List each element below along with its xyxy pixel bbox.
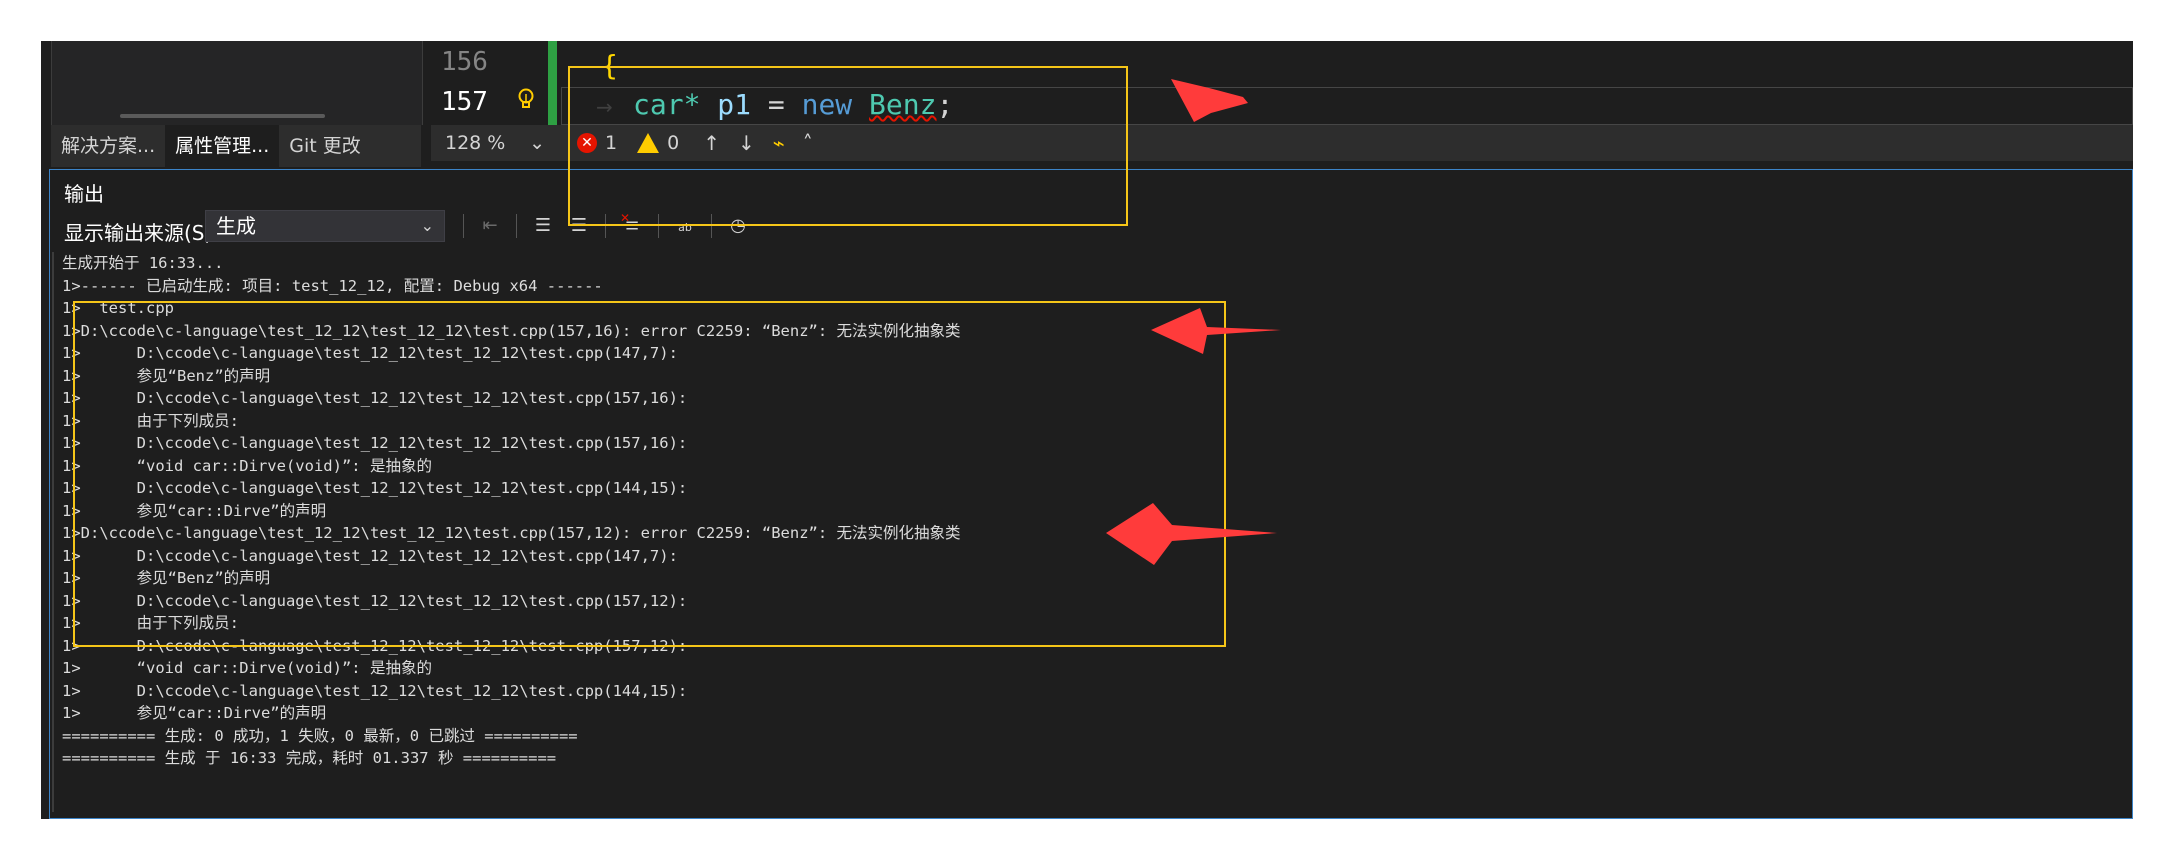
zoom-value: 128 % [445, 132, 506, 154]
output-log-line[interactable]: 1> D:\ccode\c-language\test_12_12\test_1… [62, 635, 961, 658]
output-source-label: 显示输出来源(S): [64, 221, 220, 245]
tab-git-changes[interactable]: Git 更改 [279, 125, 371, 167]
visual-studio-window: 解决方案... 属性管理... Git 更改 156 157 { → car* … [41, 41, 2133, 819]
output-log-line[interactable]: 1> D:\ccode\c-language\test_12_12\test_1… [62, 432, 961, 455]
output-log-line[interactable]: 1> 参见“car::Dirve”的声明 [62, 500, 961, 523]
output-log-line[interactable]: 1>D:\ccode\c-language\test_12_12\test_12… [62, 522, 961, 545]
output-log-line[interactable]: 1> 参见“Benz”的声明 [62, 567, 961, 590]
toolbar-separator [658, 214, 659, 238]
output-log-line[interactable]: 1> “void car::Dirve(void)”: 是抽象的 [62, 657, 961, 680]
chevron-up-icon[interactable]: ˄ [803, 131, 813, 155]
arrow-up-icon[interactable]: ↑ [703, 131, 720, 155]
warning-count[interactable]: 0 [637, 132, 679, 154]
change-tracking-bar [548, 41, 557, 125]
previous-message-icon[interactable]: ☰ [529, 212, 557, 240]
toolbar-separator [463, 214, 464, 238]
output-log-line[interactable]: 1> D:\ccode\c-language\test_12_12\test_1… [62, 477, 961, 500]
horizontal-scrollbar[interactable] [120, 114, 325, 118]
output-log-line[interactable]: 生成开始于 16:33... [62, 252, 961, 275]
indent-arrow-icon: → [596, 95, 613, 119]
line-number: 156 [441, 47, 488, 77]
code-line-157[interactable]: car* p1 = new Benz; [633, 87, 953, 123]
lightbulb-icon[interactable] [514, 87, 538, 111]
output-log-line[interactable]: 1> “void car::Dirve(void)”: 是抽象的 [62, 455, 961, 478]
output-log-line[interactable]: 1> D:\ccode\c-language\test_12_12\test_1… [62, 342, 961, 365]
code-token-class-error: Benz [869, 88, 937, 121]
error-count[interactable]: ✕ 1 [577, 132, 617, 154]
error-icon: ✕ [577, 133, 597, 153]
output-log-line[interactable]: ========== 生成 于 16:33 完成，耗时 01.337 秒 ===… [62, 747, 961, 770]
warning-icon [637, 133, 660, 153]
output-log-line[interactable]: 1> 参见“car::Dirve”的声明 [62, 702, 961, 725]
arrow-down-icon[interactable]: ↓ [738, 131, 755, 155]
goto-source-icon[interactable]: ⇤ [476, 212, 504, 240]
output-log-line[interactable]: 1> D:\ccode\c-language\test_12_12\test_1… [62, 387, 961, 410]
output-log-line[interactable]: ========== 生成: 0 成功，1 失败，0 最新，0 已跳过 ====… [62, 725, 961, 748]
output-log-line[interactable]: 1>D:\ccode\c-language\test_12_12\test_12… [62, 320, 961, 343]
chevron-down-icon: ⌄ [529, 132, 545, 154]
output-log-line[interactable]: 1> D:\ccode\c-language\test_12_12\test_1… [62, 680, 961, 703]
toolbar-separator [605, 214, 606, 238]
tool-window-tabs: 解决方案... 属性管理... Git 更改 [51, 125, 421, 167]
output-log-line[interactable]: 1> D:\ccode\c-language\test_12_12\test_1… [62, 590, 961, 613]
output-log[interactable]: 生成开始于 16:33... 1>------ 已启动生成: 项目: test_1… [62, 252, 961, 770]
output-log-line[interactable]: 1> test.cpp [62, 297, 961, 320]
solution-explorer-panel [51, 41, 423, 125]
code-brace: { [601, 49, 618, 82]
line-number-current: 157 [441, 87, 488, 117]
output-log-line[interactable]: 1> 参见“Benz”的声明 [62, 365, 961, 388]
output-log-line[interactable]: 1>------ 已启动生成: 项目: test_12_12, 配置: Debu… [62, 275, 961, 298]
chevron-down-icon: ⌄ [420, 216, 434, 235]
tab-property-manager[interactable]: 属性管理... [165, 125, 280, 167]
line-number-gutter: 156 157 [431, 41, 581, 125]
zoom-dropdown[interactable]: 128 % ⌄ [445, 132, 545, 154]
toolbar-separator [711, 214, 712, 238]
code-token-keyword: new [801, 88, 853, 121]
output-log-line[interactable]: 1> 由于下列成员: [62, 410, 961, 433]
code-token-var: p1 [717, 88, 752, 121]
output-source-dropdown[interactable]: 生成 ⌄ [205, 210, 445, 242]
broom-icon[interactable]: ⌁ [773, 131, 785, 155]
output-left-margin [52, 252, 54, 812]
word-wrap-icon[interactable]: ab [671, 212, 699, 240]
clear-all-icon[interactable]: ✕ ≡ [618, 211, 646, 240]
warning-count-value: 0 [667, 132, 680, 154]
toolbar-separator [516, 214, 517, 238]
code-token-semicolon: ; [936, 88, 954, 121]
code-token-assign: = [767, 88, 785, 121]
output-log-line[interactable]: 1> 由于下列成员: [62, 612, 961, 635]
output-title: 输出 [64, 182, 104, 206]
output-log-line[interactable]: 1> D:\ccode\c-language\test_12_12\test_1… [62, 545, 961, 568]
output-source-value: 生成 [216, 214, 256, 238]
next-message-icon[interactable]: ☰ [565, 212, 593, 240]
editor-status-bar: 128 % ⌄ ✕ 1 0 ↑ ↓ ⌁ ˄ [431, 125, 2133, 161]
code-token-type: car* [633, 88, 701, 121]
tab-solution-explorer[interactable]: 解决方案... [51, 125, 165, 167]
output-toolbar: ⇤ ☰ ☰ ✕ ≡ ab ◷ [455, 210, 756, 242]
output-window: 输出 显示输出来源(S): 生成 ⌄ ⇤ ☰ ☰ ✕ ≡ ab ◷ 生成开始于 1… [49, 169, 2133, 819]
error-count-value: 1 [605, 132, 618, 154]
clock-icon[interactable]: ◷ [724, 212, 752, 240]
